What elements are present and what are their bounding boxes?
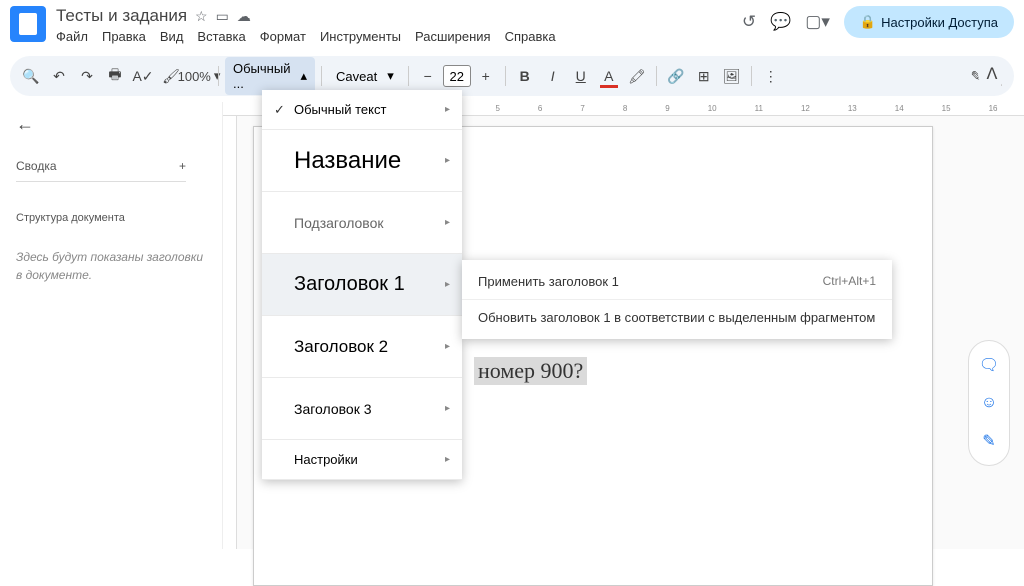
more-icon[interactable]: ⋮ bbox=[758, 62, 784, 90]
document-text-selection[interactable]: номер 900? bbox=[474, 357, 587, 385]
summary-row[interactable]: Сводка + bbox=[16, 159, 186, 182]
cloud-icon[interactable]: ☁ bbox=[237, 8, 251, 25]
style-option-2[interactable]: Подзаголовок▸ bbox=[262, 192, 462, 254]
style-option-0[interactable]: ✓Обычный текст▸ bbox=[262, 90, 462, 130]
text-color-icon[interactable]: A bbox=[596, 62, 622, 90]
highlight-icon[interactable]: 🖍 bbox=[624, 62, 650, 90]
style-option-5[interactable]: Заголовок 3▸ bbox=[262, 378, 462, 440]
zoom-dropdown[interactable]: 100% ▾ bbox=[186, 62, 212, 90]
style-option-4[interactable]: Заголовок 2▸ bbox=[262, 316, 462, 378]
vertical-ruler[interactable] bbox=[223, 116, 237, 549]
toolbar: 🔍 ↶ ↷ 🖶 A✓ 🖌 100% ▾ Обычный ... ▴ Caveat… bbox=[10, 56, 1014, 96]
menu-edit[interactable]: Правка bbox=[102, 29, 146, 44]
side-fab: 🗨 ☺ ✎ bbox=[968, 340, 1010, 466]
menu-help[interactable]: Справка bbox=[505, 29, 556, 44]
redo-icon[interactable]: ↷ bbox=[74, 62, 100, 90]
apply-heading-1[interactable]: Применить заголовок 1 Ctrl+Alt+1 bbox=[462, 264, 892, 300]
add-comment-icon[interactable]: ⊞ bbox=[691, 62, 717, 90]
font-dropdown[interactable]: Caveat ▾ bbox=[328, 64, 402, 88]
style-option-1[interactable]: Название▸ bbox=[262, 130, 462, 192]
bold-icon[interactable]: B bbox=[512, 62, 538, 90]
print-icon[interactable]: 🖶 bbox=[102, 62, 128, 90]
structure-hint: Здесь будут показаны заголовки в докумен… bbox=[16, 248, 206, 284]
menu-tools[interactable]: Инструменты bbox=[320, 29, 401, 44]
heading-submenu: Применить заголовок 1 Ctrl+Alt+1 Обновит… bbox=[462, 260, 892, 339]
search-icon[interactable]: 🔍 bbox=[18, 62, 44, 90]
meet-icon[interactable]: ▢▾ bbox=[805, 12, 830, 32]
menu-file[interactable]: Файл bbox=[56, 29, 88, 44]
update-heading-1[interactable]: Обновить заголовок 1 в соответствии с вы… bbox=[462, 300, 892, 335]
style-option-6[interactable]: Настройки▸ bbox=[262, 440, 462, 480]
spellcheck-icon[interactable]: A✓ bbox=[130, 62, 156, 90]
style-option-3[interactable]: Заголовок 1▸ bbox=[262, 254, 462, 316]
back-icon[interactable]: ← bbox=[16, 114, 206, 135]
link-icon[interactable]: 🔗 bbox=[663, 62, 689, 90]
font-size-inc[interactable]: + bbox=[473, 62, 499, 90]
add-comment-fab-icon[interactable]: 🗨 bbox=[975, 351, 1003, 379]
star-icon[interactable]: ☆ bbox=[195, 8, 208, 25]
docs-logo[interactable] bbox=[10, 6, 46, 42]
add-summary-icon[interactable]: + bbox=[179, 159, 186, 173]
underline-icon[interactable]: U bbox=[568, 62, 594, 90]
menu-extensions[interactable]: Расширения bbox=[415, 29, 491, 44]
menu-format[interactable]: Формат bbox=[260, 29, 306, 44]
undo-icon[interactable]: ↶ bbox=[46, 62, 72, 90]
summary-label: Сводка bbox=[16, 159, 57, 173]
font-size-dec[interactable]: − bbox=[415, 62, 441, 90]
emoji-fab-icon[interactable]: ☺ bbox=[975, 389, 1003, 417]
apply-label: Применить заголовок 1 bbox=[478, 274, 619, 289]
italic-icon[interactable]: I bbox=[540, 62, 566, 90]
image-icon[interactable]: 🖼 bbox=[719, 62, 745, 90]
doc-title[interactable]: Тесты и задания bbox=[56, 6, 187, 26]
update-label: Обновить заголовок 1 в соответствии с вы… bbox=[478, 310, 875, 325]
move-icon[interactable]: ▭ bbox=[216, 8, 229, 25]
font-size-input[interactable] bbox=[443, 65, 471, 87]
structure-heading: Структура документа bbox=[16, 212, 206, 224]
menu-insert[interactable]: Вставка bbox=[197, 29, 245, 44]
comments-icon[interactable]: 💬 bbox=[770, 12, 791, 32]
outline-panel: ← Сводка + Структура документа Здесь буд… bbox=[0, 102, 223, 549]
menu-bar: Файл Правка Вид Вставка Формат Инструмен… bbox=[56, 29, 742, 44]
share-button[interactable]: 🔒 Настройки Доступа bbox=[844, 6, 1014, 38]
apply-shortcut: Ctrl+Alt+1 bbox=[823, 274, 876, 289]
history-icon[interactable]: ↺ bbox=[742, 12, 756, 32]
paragraph-styles-menu: ✓Обычный текст▸Название▸Подзаголовок▸Заг… bbox=[262, 90, 462, 480]
collapse-toolbar-icon[interactable]: ᐱ bbox=[978, 60, 1006, 88]
menu-view[interactable]: Вид bbox=[160, 29, 184, 44]
share-label: Настройки Доступа bbox=[881, 15, 998, 30]
suggest-fab-icon[interactable]: ✎ bbox=[975, 427, 1003, 455]
